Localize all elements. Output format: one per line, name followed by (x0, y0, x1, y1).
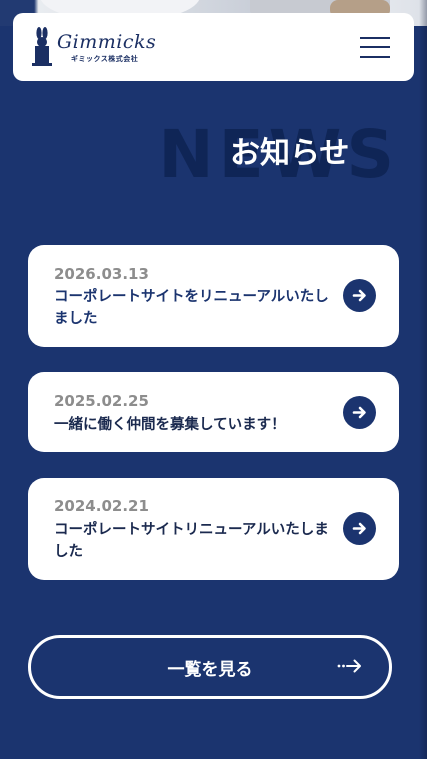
news-date: 2024.02.21 (54, 497, 149, 515)
site-header: Gimmicks ギミックス株式会社 (13, 13, 414, 81)
hamburger-menu-button[interactable] (360, 35, 390, 59)
news-title: コーポレートサイトリニューアルいたしました (54, 522, 329, 560)
section-title: お知らせ (230, 136, 350, 171)
news-title: コーポレートサイトをリニューアルいたしました (54, 289, 329, 327)
view-all-button[interactable]: 一覧を見る (28, 635, 392, 699)
hamburger-menu-icon (360, 37, 390, 39)
dotted-arrow-right-icon (337, 659, 361, 673)
logo-wordmark: Gimmicks (57, 31, 157, 53)
site-logo[interactable]: Gimmicks ギミックス株式会社 (31, 27, 156, 67)
rabbit-in-hat-icon (32, 27, 52, 66)
logo-company-name: ギミックス株式会社 (71, 55, 139, 63)
scroll-edge-shadow (419, 0, 427, 759)
news-item[interactable]: 2025.02.25 一緒に働く仲間を募集しています！ (28, 372, 399, 452)
arrow-right-circle-icon[interactable] (343, 396, 376, 429)
news-item[interactable]: 2024.02.21 コーポレートサイトリニューアルいたしました (28, 478, 399, 580)
view-all-label: 一覧を見る (167, 660, 253, 680)
news-title: 一緒に働く仲間を募集しています！ (54, 417, 286, 433)
news-item[interactable]: 2026.03.13 コーポレートサイトをリニューアルいたしました (28, 245, 399, 347)
news-date: 2025.02.25 (54, 392, 149, 410)
arrow-right-circle-icon[interactable] (343, 512, 376, 545)
news-date: 2026.03.13 (54, 265, 149, 283)
arrow-right-circle-icon[interactable] (343, 279, 376, 312)
